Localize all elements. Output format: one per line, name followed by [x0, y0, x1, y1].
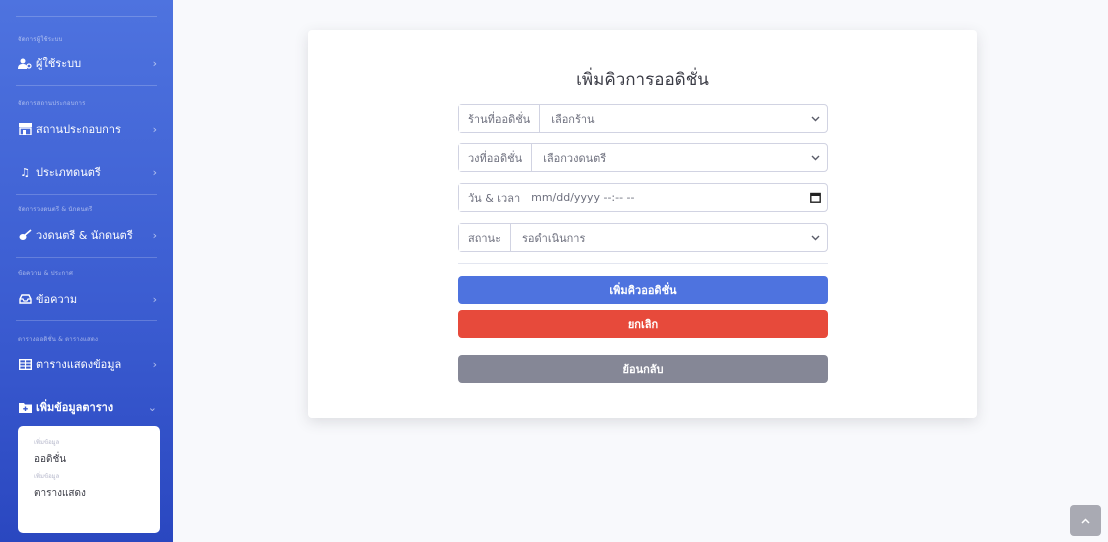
sidebar-heading-messages: ข้อความ & ประกาศ [18, 270, 73, 277]
sidebar-heading-venues: จัดการสถานประกอบการ [18, 100, 86, 107]
form-card: เพิ่มคิวการออดิชั่น ร้านที่ออดิชั่น เลือ… [308, 30, 977, 418]
band-select-label: วงที่ออดิชั่น [459, 144, 533, 171]
submenu-heading: เพิ่มข้อมูล [34, 473, 60, 480]
sidebar-item-messages[interactable]: ข้อความ › [0, 286, 173, 312]
submenu-link-audition[interactable]: ออดิชั่น [18, 450, 160, 470]
band-select-value: เลือกวงดนตรี [543, 151, 607, 165]
status-select[interactable]: สถานะ รอดำเนินการ [458, 223, 828, 252]
sidebar-item-venues[interactable]: สถานประกอบการ › [0, 116, 173, 142]
chevron-right-icon: › [152, 228, 157, 242]
submenu-link-performance-schedule[interactable]: ตารางแสดง [18, 484, 160, 504]
sidebar-item-add-schedule[interactable]: เพิ่มข้อมูลตาราง ⌄ [0, 394, 173, 420]
guitar-icon [18, 229, 32, 241]
chevron-up-icon [1081, 514, 1090, 527]
sidebar-item-schedule-table[interactable]: ตารางแสดงข้อมูล › [0, 351, 173, 377]
sidebar-item-label: เพิ่มข้อมูลตาราง [36, 401, 114, 414]
sidebar-heading-bands: จัดการวงดนตรี & นักดนตรี [18, 206, 93, 213]
band-select[interactable]: วงที่ออดิชั่น เลือกวงดนตรี [458, 143, 828, 172]
page-title: เพิ่มคิวการออดิชั่น [576, 70, 709, 90]
sidebar-heading-users: จัดการผู้ใช้ระบบ [18, 36, 63, 43]
chevron-down-icon [803, 105, 827, 132]
back-button[interactable]: ย้อนกลับ [458, 355, 828, 383]
sidebar-item-label: วงดนตรี & นักดนตรี [36, 229, 133, 242]
datetime-input-label: วัน & เวลา [459, 184, 521, 211]
sidebar-item-label: ข้อความ [36, 293, 78, 306]
users-cog-icon [18, 57, 32, 69]
datetime-input-placeholder: mm/dd/yyyy --:-- -- [531, 191, 635, 204]
sidebar: จัดการผู้ใช้ระบบ ผู้ใช้ระบบ › จัดการสถาน… [0, 0, 173, 542]
shop-select[interactable]: ร้านที่ออดิชั่น เลือกร้าน [458, 104, 828, 133]
scroll-to-top-button[interactable] [1070, 505, 1101, 536]
chevron-right-icon: › [152, 122, 157, 136]
cancel-button[interactable]: ยกเลิก [458, 310, 828, 338]
music-icon: ♫ [20, 165, 30, 179]
inbox-icon [18, 293, 32, 305]
sidebar-divider [16, 320, 157, 321]
sidebar-item-users[interactable]: ผู้ใช้ระบบ › [0, 50, 173, 76]
submenu-heading: เพิ่มข้อมูล [34, 439, 60, 446]
sidebar-item-music-types[interactable]: ♫ ประเภทดนตรี › [0, 159, 173, 185]
sidebar-item-label: สถานประกอบการ [36, 123, 121, 136]
folder-plus-icon [18, 401, 32, 413]
sidebar-item-bands[interactable]: วงดนตรี & นักดนตรี › [0, 222, 173, 248]
sidebar-divider [16, 194, 157, 195]
datetime-input[interactable]: วัน & เวลา mm/dd/yyyy --:-- -- [458, 183, 828, 212]
shop-select-label: ร้านที่ออดิชั่น [459, 105, 541, 132]
status-select-label: สถานะ [459, 224, 511, 251]
sidebar-item-label: ตารางแสดงข้อมูล [36, 358, 122, 371]
table-icon [18, 358, 32, 370]
sidebar-heading-schedules: ตารางออดิชั่น & ตารางแสดง [18, 336, 99, 343]
chevron-right-icon: › [152, 357, 157, 371]
chevron-right-icon: › [152, 56, 157, 70]
sidebar-divider [16, 16, 157, 17]
calendar-icon[interactable] [803, 184, 827, 211]
shop-select-value: เลือกร้าน [551, 112, 595, 126]
chevron-down-icon [803, 224, 827, 251]
status-select-value: รอดำเนินการ [521, 231, 586, 245]
sidebar-item-label: ประเภทดนตรี [36, 166, 101, 179]
add-audition-button[interactable]: เพิ่มคิวออดิชั่น [458, 276, 828, 304]
sidebar-item-label: ผู้ใช้ระบบ [36, 57, 82, 70]
sidebar-divider [16, 85, 157, 86]
submenu-card: เพิ่มข้อมูล ออดิชั่น เพิ่มข้อมูล ตารางแส… [18, 426, 160, 533]
chevron-down-icon: ⌄ [147, 400, 157, 414]
form-divider [458, 263, 828, 264]
store-icon [18, 123, 32, 135]
chevron-down-icon [803, 144, 827, 171]
chevron-right-icon: › [152, 292, 157, 306]
sidebar-divider [16, 257, 157, 258]
chevron-right-icon: › [152, 165, 157, 179]
